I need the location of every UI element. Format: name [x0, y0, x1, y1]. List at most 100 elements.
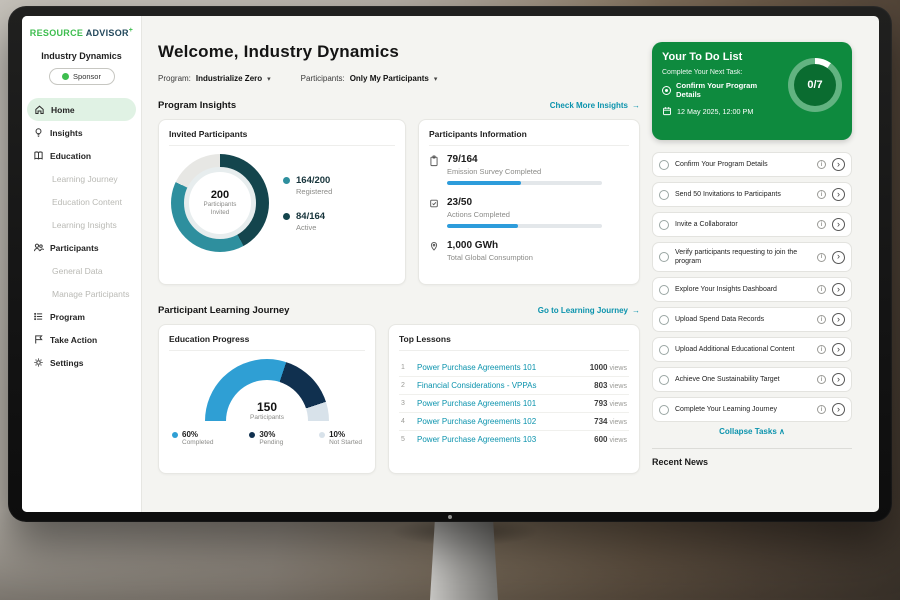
- task-checkbox[interactable]: [659, 285, 669, 295]
- task-checkbox[interactable]: [659, 405, 669, 415]
- task-checkbox[interactable]: [659, 315, 669, 325]
- task-confirm-program-details[interactable]: Confirm Your Program Details i ›: [652, 152, 852, 177]
- participants-filter[interactable]: Participants: Only My Participants ▾: [301, 74, 438, 83]
- lesson-link[interactable]: Financial Considerations - VPPAs: [417, 381, 586, 390]
- chevron-right-icon[interactable]: ›: [832, 158, 845, 171]
- participants-information-card: Participants Information 79/164 Emission…: [418, 119, 640, 285]
- top-lessons-card: Top Lessons 1 Power Purchase Agreements …: [388, 324, 640, 474]
- invited-participants-card: Invited Participants 200 Participants In…: [158, 119, 406, 285]
- sidebar-item-label: Take Action: [50, 335, 97, 345]
- task-checkbox[interactable]: [659, 190, 669, 200]
- not-started-label: Not Started: [329, 439, 362, 446]
- sidebar-item-education[interactable]: Education: [22, 144, 141, 167]
- task-send-invitations[interactable]: Send 50 Invitations to Participants i ›: [652, 182, 852, 207]
- sidebar-item-manage-participants[interactable]: Manage Participants: [22, 282, 141, 305]
- chevron-right-icon[interactable]: ›: [832, 343, 845, 356]
- chevron-right-icon[interactable]: ›: [832, 373, 845, 386]
- sidebar-item-label: Manage Participants: [52, 289, 130, 299]
- lesson-row: 5 Power Purchase Agreements 103 600views: [399, 431, 629, 448]
- sidebar-item-label: Learning Journey: [52, 174, 118, 184]
- lesson-rank: 5: [401, 436, 409, 443]
- stat-emission-survey: 79/164 Emission Survey Completed: [429, 154, 629, 185]
- task-checkbox[interactable]: [659, 252, 669, 262]
- participants-icon: [33, 242, 44, 253]
- task-upload-educational-content[interactable]: Upload Additional Educational Content i …: [652, 337, 852, 362]
- location-pin-icon: [429, 241, 439, 253]
- sidebar-item-learning-insights[interactable]: Learning Insights: [22, 213, 141, 236]
- sidebar-item-home[interactable]: Home: [27, 98, 136, 121]
- stat-value: 1,000 GWh: [447, 240, 533, 251]
- task-achieve-sustainability-target[interactable]: Achieve One Sustainability Target i ›: [652, 367, 852, 392]
- completed-value: 60%: [182, 430, 213, 439]
- legend-dot: [283, 177, 290, 184]
- invited-donut-center: 200 Participants Invited: [184, 167, 256, 239]
- go-to-learning-journey-link[interactable]: Go to Learning Journey →: [538, 306, 640, 315]
- card-title: Top Lessons: [399, 334, 629, 351]
- lesson-link[interactable]: Power Purchase Agreements 101: [417, 399, 586, 408]
- sidebar-item-program[interactable]: Program: [22, 305, 141, 328]
- task-invite-collaborator[interactable]: Invite a Collaborator i ›: [652, 212, 852, 237]
- lesson-views-count: 600: [594, 435, 607, 444]
- program-filter[interactable]: Program: Industrialize Zero ▾: [158, 74, 271, 83]
- collapse-tasks-link[interactable]: Collapse Tasks ∧: [652, 427, 852, 436]
- chevron-right-icon[interactable]: ›: [832, 251, 845, 264]
- task-checkbox[interactable]: [659, 160, 669, 170]
- lesson-link[interactable]: Power Purchase Agreements 102: [417, 417, 586, 426]
- education-icon: [33, 150, 44, 161]
- chevron-right-icon[interactable]: ›: [832, 313, 845, 326]
- progress-track: [447, 224, 602, 228]
- task-explore-insights[interactable]: Explore Your Insights Dashboard i ›: [652, 277, 852, 302]
- link-label: Go to Learning Journey: [538, 306, 628, 315]
- program-filter-value: Industrialize Zero: [196, 74, 262, 83]
- task-complete-learning-journey[interactable]: Complete Your Learning Journey i ›: [652, 397, 852, 422]
- lesson-views-unit: views: [609, 419, 627, 426]
- sidebar-item-general-data[interactable]: General Data: [22, 259, 141, 282]
- stat-actions-completed: 23/50 Actions Completed: [429, 197, 629, 228]
- recent-news-title: Recent News: [652, 457, 708, 467]
- task-upload-spend-data[interactable]: Upload Spend Data Records i ›: [652, 307, 852, 332]
- sponsor-badge[interactable]: Sponsor: [49, 68, 115, 85]
- invited-count: 200: [211, 189, 229, 201]
- lesson-link[interactable]: Power Purchase Agreements 101: [417, 363, 582, 372]
- sidebar-item-label: Home: [51, 105, 75, 115]
- clipboard-icon: [429, 155, 439, 167]
- task-checkbox[interactable]: [659, 220, 669, 230]
- education-progress-card: Education Progress 150 Participants: [158, 324, 376, 474]
- arrow-right-icon: →: [632, 306, 640, 315]
- collapse-label: Collapse Tasks: [719, 427, 777, 436]
- dashboard-screen: RESOURCE ADVISOR+ Industry Dynamics Spon…: [22, 16, 879, 512]
- pending-label: Pending: [259, 439, 283, 446]
- program-icon: [33, 311, 44, 322]
- stat-value: 23/50: [447, 197, 602, 208]
- sidebar-item-education-content[interactable]: Education Content: [22, 190, 141, 213]
- task-checkbox[interactable]: [659, 345, 669, 355]
- sidebar-item-label: Program: [50, 312, 85, 322]
- recent-news-header: Recent News: [652, 448, 852, 467]
- sidebar-item-learning-journey[interactable]: Learning Journey: [22, 167, 141, 190]
- task-label: Achieve One Sustainability Target: [675, 375, 811, 384]
- chevron-right-icon[interactable]: ›: [832, 403, 845, 416]
- card-title: Participants Information: [429, 129, 629, 146]
- sidebar-item-settings[interactable]: Settings: [22, 351, 141, 374]
- legend-dot: [172, 432, 178, 438]
- sidebar-item-insights[interactable]: Insights: [22, 121, 141, 144]
- legend-dot: [283, 213, 290, 220]
- legend-item-active: 84/164 Active: [283, 211, 332, 232]
- active-label: Active: [296, 223, 325, 232]
- todo-task-list: Confirm Your Program Details i › Send 50…: [652, 152, 852, 422]
- task-verify-participants[interactable]: Verify participants requesting to join t…: [652, 242, 852, 272]
- monitor-bezel: RESOURCE ADVISOR+ Industry Dynamics Spon…: [8, 6, 892, 522]
- todo-panel: Your To Do List Complete Your Next Task:…: [652, 16, 852, 512]
- sidebar-item-label: Learning Insights: [52, 220, 117, 230]
- gauge-label: Participants: [205, 414, 329, 421]
- task-checkbox[interactable]: [659, 375, 669, 385]
- sidebar-item-participants[interactable]: Participants: [22, 236, 141, 259]
- lesson-link[interactable]: Power Purchase Agreements 103: [417, 435, 586, 444]
- chevron-right-icon[interactable]: ›: [832, 218, 845, 231]
- sidebar-item-take-action[interactable]: Take Action: [22, 328, 141, 351]
- stat-label: Total Global Consumption: [447, 253, 533, 262]
- legend-item-registered: 164/200 Registered: [283, 175, 332, 196]
- chevron-right-icon[interactable]: ›: [832, 283, 845, 296]
- chevron-right-icon[interactable]: ›: [832, 188, 845, 201]
- check-more-insights-link[interactable]: Check More Insights →: [550, 101, 640, 110]
